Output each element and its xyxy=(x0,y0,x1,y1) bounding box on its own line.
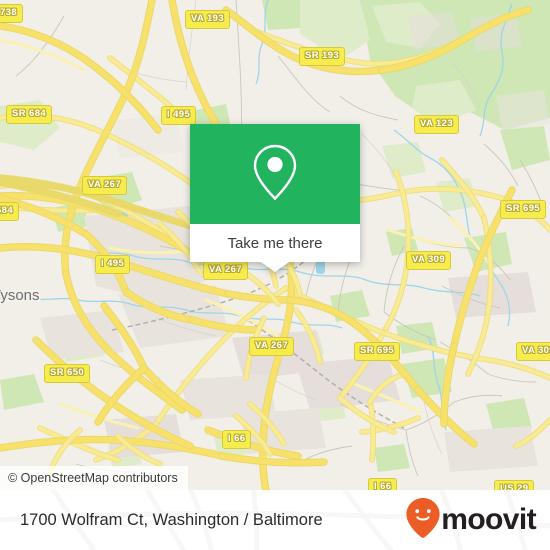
location-callout-card[interactable]: Take me there xyxy=(190,124,360,272)
road-shield: VA 267 xyxy=(82,176,128,195)
road-shield: SR 684 xyxy=(6,105,53,124)
moovit-wordmark: moovit xyxy=(441,503,536,536)
address-label: 1700 Wolfram Ct, Washington / Baltimore xyxy=(20,510,323,529)
road-shield: I 66 xyxy=(368,478,398,490)
road-shield: SR 695 xyxy=(354,342,401,361)
road-shield: VA 267 xyxy=(249,337,295,356)
map-attribution[interactable]: © OpenStreetMap contributors xyxy=(0,466,188,490)
map-attribution-text: © OpenStreetMap contributors xyxy=(8,470,178,485)
road-shield: US 29 xyxy=(494,480,535,490)
road-shield: VA 309 xyxy=(516,342,550,361)
road-shield: SR 193 xyxy=(299,47,346,66)
road-shield: I 495 xyxy=(95,255,131,274)
road-shield: VA 267 xyxy=(203,261,249,280)
road-shield: I 495 xyxy=(161,106,197,125)
road-shield: SR 695 xyxy=(500,200,547,219)
map-screenshot-root: .park { fill:#cfe6b5; } .park2 { fill:#d… xyxy=(0,0,550,550)
moovit-brand: moovit xyxy=(406,497,537,543)
road-shield: VA 193 xyxy=(185,10,231,29)
road-shield: VA 123 xyxy=(414,115,460,134)
road-shield: SR 650 xyxy=(44,364,91,383)
road-shield: VA 309 xyxy=(406,251,452,270)
callout-action-label: Take me there xyxy=(227,234,323,252)
map-pin-icon xyxy=(251,143,299,206)
place-label-tysons: Tysons xyxy=(0,287,40,304)
moovit-pin-smiley-icon xyxy=(406,497,440,543)
callout-action[interactable]: Take me there xyxy=(190,224,360,262)
road-shield: 738 xyxy=(0,4,24,23)
road-shield: 684 xyxy=(0,202,20,221)
callout-pointer-tail xyxy=(261,262,289,272)
callout-header xyxy=(190,124,360,224)
road-shield: I 66 xyxy=(222,430,252,449)
bottom-info-bar: 1700 Wolfram Ct, Washington / Baltimore … xyxy=(0,490,550,550)
